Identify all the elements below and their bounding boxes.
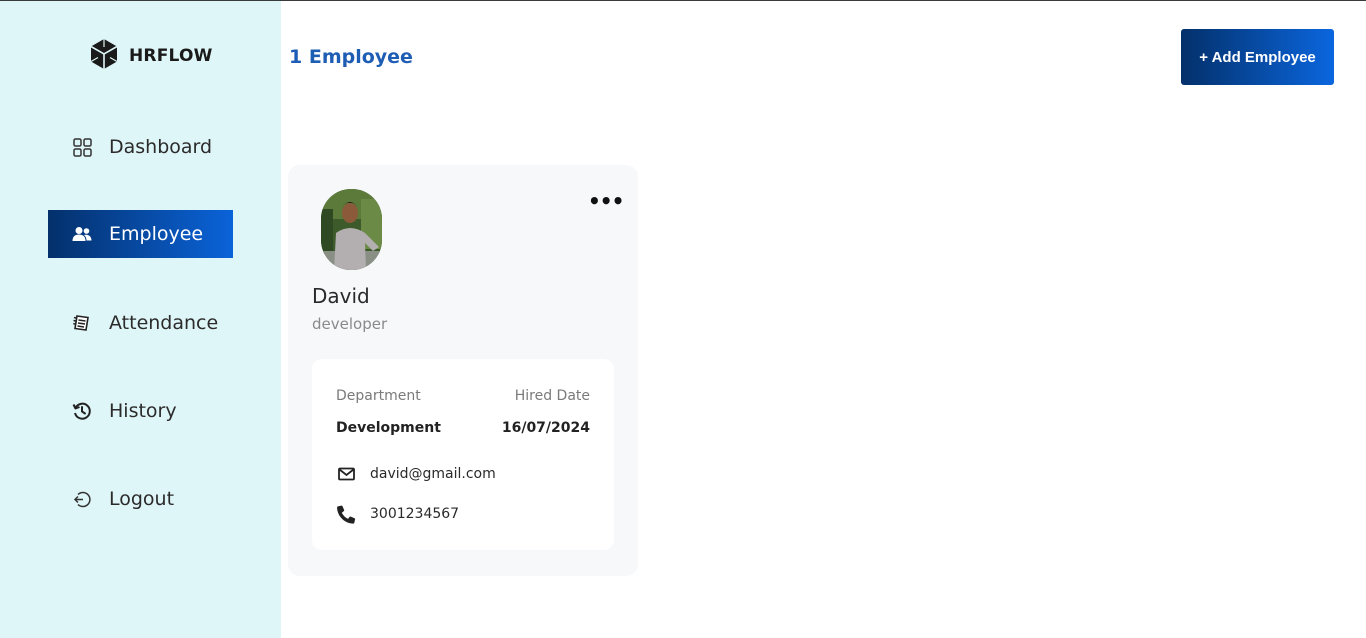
sidebar-item-label: Logout: [109, 488, 175, 510]
phone-row: 3001234567: [336, 504, 459, 524]
notebook-icon: [72, 313, 92, 333]
hired-date-value: 16/07/2024: [501, 420, 590, 436]
hired-date-label: Hired Date: [514, 388, 590, 404]
sidebar-item-logout[interactable]: Logout: [48, 475, 233, 523]
more-options-icon[interactable]: •••: [588, 191, 624, 211]
sidebar-item-label: Attendance: [109, 312, 219, 334]
sidebar-item-label: History: [109, 400, 177, 422]
phone-icon: [336, 504, 356, 524]
brand[interactable]: HRFLOW: [88, 38, 213, 74]
employee-email[interactable]: david@gmail.com: [370, 466, 496, 482]
employee-card[interactable]: ••• David developer Department Hired Dat…: [288, 165, 638, 576]
cube-logo-icon: [88, 38, 120, 74]
sidebar-item-dashboard[interactable]: Dashboard: [48, 123, 233, 171]
brand-name: HRFLOW: [129, 46, 213, 66]
sidebar-item-history[interactable]: History: [48, 387, 233, 435]
add-employee-button[interactable]: + Add Employee: [1181, 29, 1334, 85]
employee-role: developer: [312, 315, 388, 333]
history-icon: [72, 401, 92, 421]
department-value: Development: [336, 420, 441, 436]
department-label: Department: [336, 388, 421, 404]
email-row: david@gmail.com: [336, 464, 496, 484]
sidebar: HRFLOW Dashboard Employee Attendance His…: [0, 1, 281, 638]
page-title: 1 Employee: [289, 46, 413, 68]
grid-icon: [72, 137, 92, 157]
employee-details: Department Hired Date Development 16/07/…: [312, 359, 614, 550]
sidebar-item-attendance[interactable]: Attendance: [48, 299, 233, 347]
users-icon: [72, 224, 92, 244]
avatar: [321, 189, 382, 270]
employee-name: David: [312, 284, 370, 308]
employee-phone[interactable]: 3001234567: [370, 506, 459, 522]
mail-icon: [336, 464, 356, 484]
logout-icon: [72, 489, 92, 509]
sidebar-item-label: Employee: [109, 223, 204, 245]
sidebar-item-employee[interactable]: Employee: [48, 210, 233, 258]
sidebar-item-label: Dashboard: [109, 136, 213, 158]
